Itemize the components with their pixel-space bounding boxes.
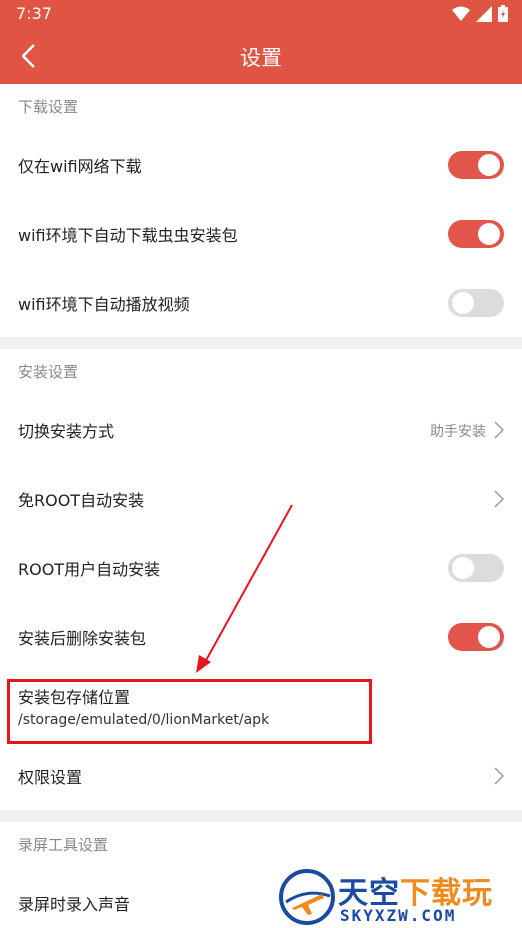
signal-icon (476, 5, 492, 22)
section-header-download: 下载设置 (0, 84, 522, 130)
chevron-right-icon (494, 420, 504, 439)
section-header-recorder: 录屏工具设置 (0, 822, 522, 868)
setting-label: wifi环境下自动下载虫虫安装包 (18, 225, 238, 245)
section-divider (0, 810, 522, 822)
setting-label: 权限设置 (18, 767, 83, 787)
setting-no-root-auto-install[interactable]: 免ROOT自动安装 (0, 464, 522, 533)
status-time: 7:37 (16, 4, 52, 23)
toggle-wifi-auto-download-package[interactable] (448, 219, 504, 248)
status-bar: 7:37 (0, 0, 522, 28)
setting-delete-after-install[interactable]: 安装后删除安装包 (0, 602, 522, 671)
status-icons (452, 5, 508, 22)
chevron-right-icon (494, 489, 504, 508)
setting-root-auto-install[interactable]: ROOT用户自动安装 (0, 533, 522, 602)
watermark-logo: 天空下载玩 SKYXZW.COM (276, 866, 520, 928)
setting-switch-install-method[interactable]: 切换安装方式 助手安装 (0, 395, 522, 464)
setting-label: ROOT用户自动安装 (18, 559, 161, 579)
watermark-text-url: SKYXZW.COM (340, 906, 457, 925)
setting-label: wifi环境下自动播放视频 (18, 294, 190, 314)
setting-wifi-auto-download-package[interactable]: wifi环境下自动下载虫虫安装包 (0, 199, 522, 268)
setting-label: 安装后删除安装包 (18, 628, 147, 648)
setting-wifi-only-download[interactable]: 仅在wifi网络下载 (0, 130, 522, 199)
toggle-knob (478, 153, 500, 176)
setting-permissions[interactable]: 权限设置 (0, 741, 522, 810)
toggle-wifi-autoplay-video[interactable] (448, 288, 504, 317)
section-divider (0, 337, 522, 349)
setting-label: 免ROOT自动安装 (18, 490, 145, 510)
toggle-knob (478, 222, 500, 245)
setting-label: 录屏时录入声音 (18, 894, 131, 914)
airplane-globe-icon (279, 869, 335, 925)
annotation-highlight-box (7, 679, 372, 744)
toggle-delete-after-install[interactable] (448, 622, 504, 651)
toggle-knob (452, 291, 474, 314)
settings-list: 下载设置 仅在wifi网络下载 wifi环境下自动下载虫虫安装包 wifi环境下… (0, 84, 522, 928)
wifi-icon (452, 6, 470, 21)
install-method-value: 助手安装 (430, 423, 486, 440)
section-header-install: 安装设置 (0, 349, 522, 395)
toggle-wifi-only-download[interactable] (448, 150, 504, 179)
setting-wifi-autoplay-video[interactable]: wifi环境下自动播放视频 (0, 268, 522, 337)
battery-icon (498, 5, 508, 22)
app-bar: 设置 (0, 28, 522, 84)
toggle-knob (478, 625, 500, 648)
toggle-knob (452, 556, 474, 579)
setting-label: 切换安装方式 (18, 421, 115, 441)
chevron-right-icon (494, 766, 504, 785)
toggle-root-auto-install[interactable] (448, 553, 504, 582)
page-title: 设置 (240, 46, 282, 70)
setting-label: 仅在wifi网络下载 (18, 156, 142, 176)
